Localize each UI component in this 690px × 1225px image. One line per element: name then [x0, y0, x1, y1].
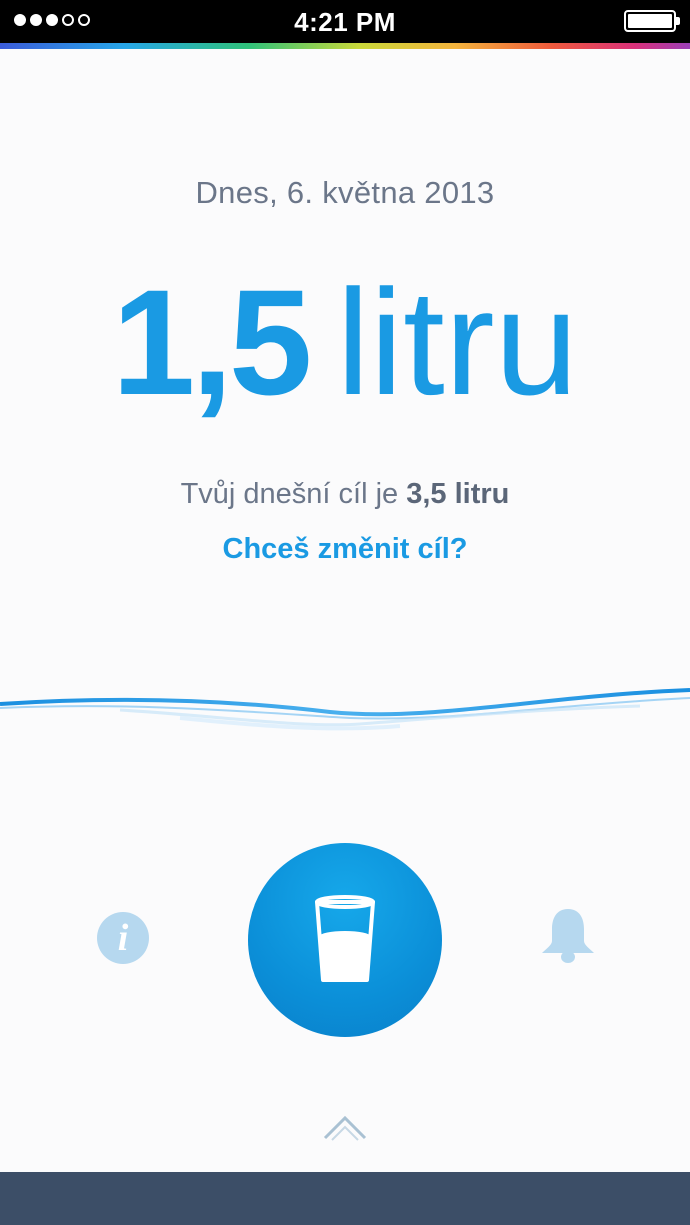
- change-goal-link[interactable]: Chceš změnit cíl?: [0, 533, 690, 566]
- chevron-up-icon[interactable]: [322, 1112, 368, 1142]
- status-time: 4:21 PM: [294, 7, 396, 37]
- rainbow-stripe: [0, 43, 690, 49]
- date-label: Dnes, 6. května 2013: [195, 175, 495, 210]
- water-glass-icon: [315, 895, 375, 982]
- bell-icon[interactable]: [540, 905, 596, 965]
- info-icon: i: [117, 917, 129, 959]
- water-amount: 1,5 litru: [0, 262, 690, 422]
- battery-fill: [628, 14, 672, 28]
- water-amount-value: 1,5: [111, 258, 313, 426]
- water-amount-unit: litru: [336, 258, 579, 426]
- battery-icon: [624, 10, 680, 32]
- add-drink-button[interactable]: [248, 843, 442, 1037]
- water-wave: [0, 688, 690, 731]
- bottom-bar: [0, 1172, 690, 1225]
- goal-prefix: Tvůj dnešní cíl je: [180, 478, 399, 510]
- info-button[interactable]: i: [97, 912, 149, 964]
- daily-goal-text: Tvůj dnešní cíl je 3,5 litru: [0, 478, 690, 511]
- status-bar: 4:21 PM: [0, 0, 690, 43]
- goal-value: 3,5 litru: [406, 478, 510, 510]
